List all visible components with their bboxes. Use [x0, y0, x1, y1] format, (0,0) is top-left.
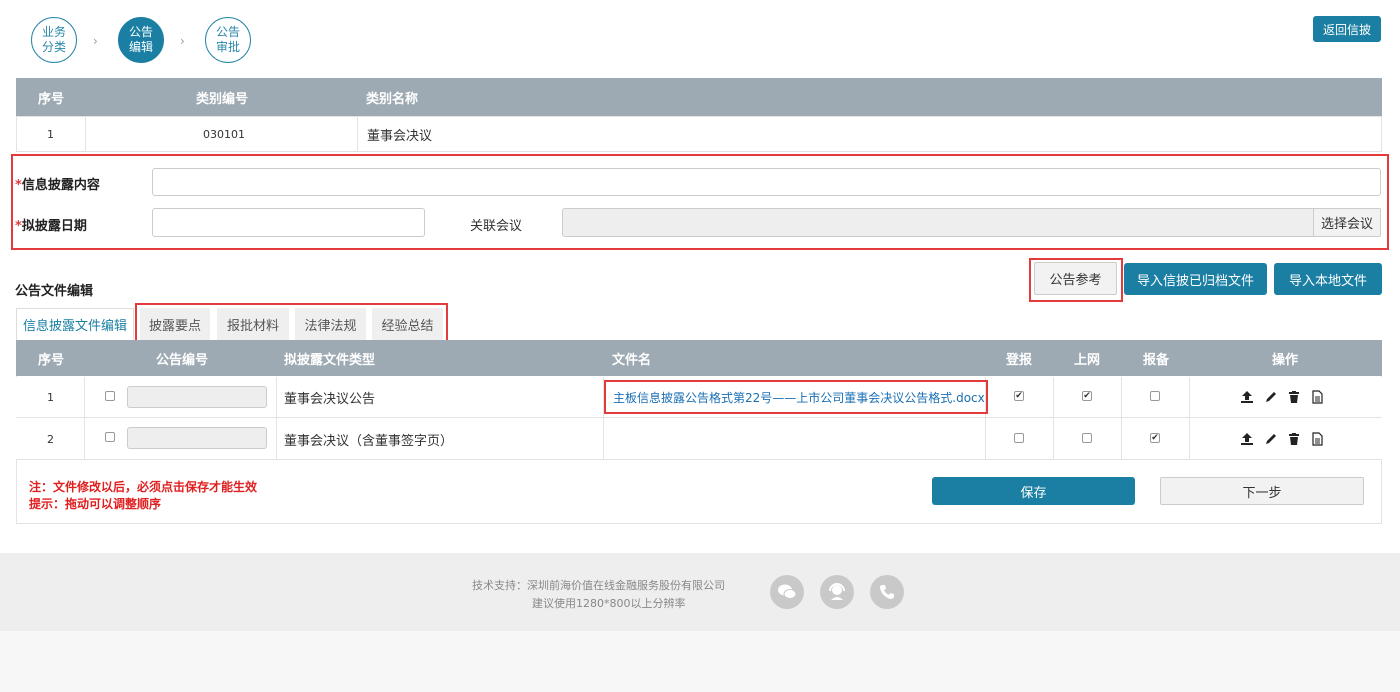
- category-table-row: 1 030101 董事会决议: [16, 116, 1382, 152]
- import-local-file-button[interactable]: 导入本地文件: [1274, 263, 1382, 295]
- select-meeting-button[interactable]: 选择会议: [1313, 208, 1381, 237]
- file-name-highlight-box: [604, 380, 988, 414]
- next-step-button[interactable]: 下一步: [1160, 477, 1364, 505]
- upload-icon[interactable]: [1239, 431, 1255, 447]
- step-announcement-approve[interactable]: 公告 审批: [205, 17, 251, 63]
- online-checkbox[interactable]: [1082, 433, 1092, 443]
- disclosure-content-input[interactable]: [152, 168, 1381, 196]
- related-meeting-label: 关联会议: [470, 219, 523, 234]
- newspaper-checkbox[interactable]: [1014, 433, 1024, 443]
- step-label-line1: 业务: [41, 25, 66, 39]
- category-name: 董事会决议: [367, 128, 433, 144]
- import-archived-files-button[interactable]: 导入信披已归档文件: [1124, 263, 1267, 295]
- delete-trash-icon[interactable]: [1286, 431, 1302, 447]
- document-icon[interactable]: [1309, 389, 1325, 405]
- tab-disclosure-points[interactable]: 披露要点: [140, 308, 210, 340]
- file-table-header: 序号 公告编号 拟披露文件类型 文件名 登报 上网 报备 操作: [16, 340, 1382, 376]
- document-icon[interactable]: [1309, 431, 1325, 447]
- customer-service-icon[interactable]: [820, 575, 854, 609]
- step-label-line1: 公告: [128, 25, 153, 39]
- edit-pencil-icon[interactable]: [1263, 431, 1279, 447]
- disclosure-date-input[interactable]: [152, 208, 425, 237]
- tab-disclosure-file-edit[interactable]: 信息披露文件编辑: [16, 308, 134, 340]
- col-header: 上网: [1074, 352, 1101, 368]
- filing-checkbox[interactable]: ✔: [1150, 433, 1160, 443]
- file-type: 董事会决议（含董事签字页）: [284, 433, 454, 449]
- wechat-icon[interactable]: [770, 575, 804, 609]
- row-select-checkbox[interactable]: [105, 432, 115, 442]
- related-meeting-input: [562, 208, 1315, 237]
- col-header: 文件名: [612, 352, 652, 368]
- disclosure-content-label: *信息披露内容: [15, 178, 100, 193]
- step-announcement-edit[interactable]: 公告 编辑: [118, 17, 164, 63]
- announcement-number-input: [127, 386, 267, 408]
- col-code-header: 类别编号: [196, 91, 249, 107]
- drag-hint: 提示：拖动可以调整顺序: [29, 497, 162, 511]
- back-to-disclosure-button[interactable]: 返回信披: [1313, 16, 1381, 42]
- category-code: 030101: [203, 127, 245, 141]
- category-table-header: 序号 类别编号 类别名称: [16, 78, 1382, 116]
- col-header: 报备: [1143, 352, 1170, 368]
- col-header: 登报: [1006, 352, 1033, 368]
- tab-laws-regulations[interactable]: 法律法规: [295, 308, 366, 340]
- step-label-line1: 公告: [215, 25, 240, 39]
- category-index: 1: [47, 127, 54, 141]
- newspaper-checkbox[interactable]: ✔: [1014, 391, 1024, 401]
- delete-trash-icon[interactable]: [1286, 389, 1302, 405]
- tab-approval-materials[interactable]: 报批材料: [217, 308, 289, 340]
- step-label-line2: 编辑: [128, 40, 153, 54]
- save-button[interactable]: 保存: [932, 477, 1135, 505]
- step-label-line2: 分类: [41, 40, 66, 54]
- filing-checkbox[interactable]: [1150, 391, 1160, 401]
- announcement-number-input: [127, 427, 267, 449]
- col-header: 公告编号: [156, 352, 209, 368]
- step-label-line2: 审批: [215, 40, 240, 54]
- row-index: 2: [47, 432, 54, 446]
- resolution-text: 建议使用1280*800以上分辨率: [532, 597, 686, 610]
- upload-icon[interactable]: [1239, 389, 1255, 405]
- col-header: 拟披露文件类型: [284, 352, 376, 368]
- phone-icon[interactable]: [870, 575, 904, 609]
- footer: 技术支持：深圳前海价值在线金融服务股份有限公司 建议使用1280*800以上分辨…: [0, 553, 1400, 631]
- col-header: 序号: [38, 352, 65, 368]
- col-name-header: 类别名称: [366, 91, 419, 107]
- step-separator-icon: ›: [180, 34, 185, 48]
- step-business-category[interactable]: 业务 分类: [31, 17, 77, 63]
- row-index: 1: [47, 391, 54, 404]
- tab-experience-summary[interactable]: 经验总结: [372, 308, 443, 340]
- file-type: 董事会决议公告: [284, 392, 376, 407]
- page-bottom: [0, 631, 1400, 692]
- table-row[interactable]: 2 董事会决议（含董事签字页） ✔: [16, 418, 1382, 460]
- disclosure-date-label: *拟披露日期: [15, 219, 87, 234]
- save-note: 注：文件修改以后，必须点击保存才能生效: [29, 480, 258, 494]
- edit-pencil-icon[interactable]: [1263, 389, 1279, 405]
- section-title: 公告文件编辑: [15, 284, 94, 299]
- col-header: 操作: [1272, 352, 1299, 368]
- online-checkbox[interactable]: ✔: [1082, 391, 1092, 401]
- step-separator-icon: ›: [93, 34, 98, 48]
- col-index-header: 序号: [38, 91, 65, 107]
- tech-support-text: 技术支持：深圳前海价值在线金融服务股份有限公司: [472, 579, 725, 592]
- row-select-checkbox[interactable]: [105, 391, 115, 401]
- announcement-reference-button[interactable]: 公告参考: [1034, 262, 1117, 295]
